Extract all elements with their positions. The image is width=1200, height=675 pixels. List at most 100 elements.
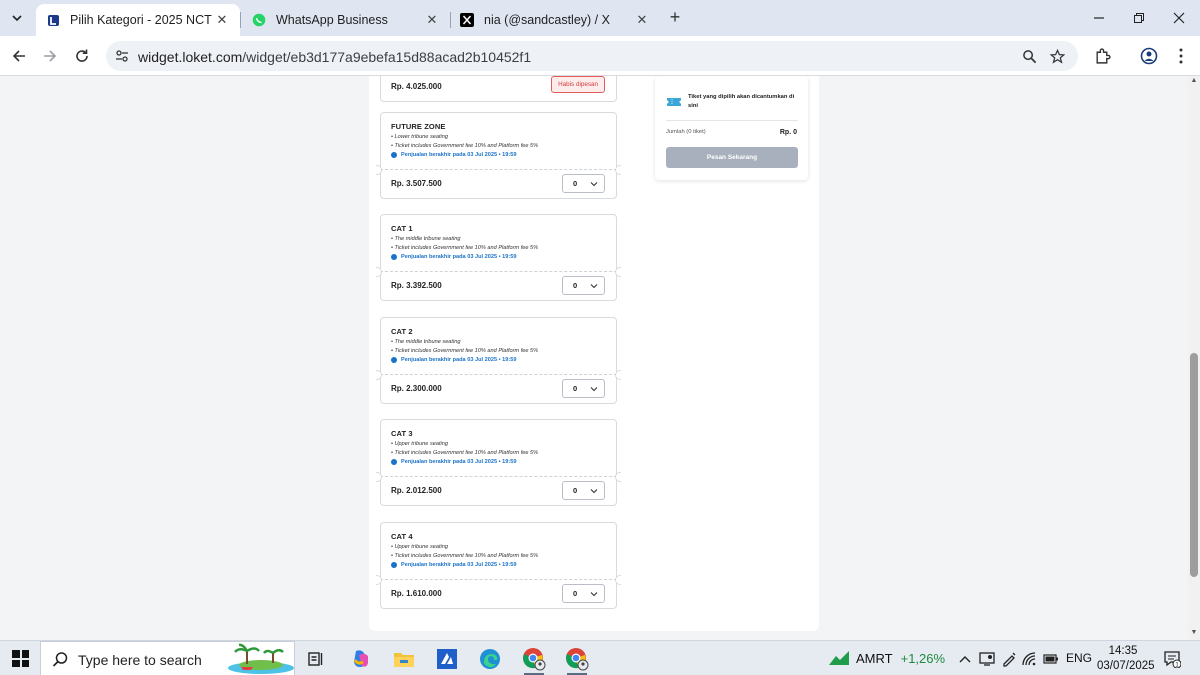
battery-icon[interactable] bbox=[1043, 651, 1059, 667]
file-explorer-icon[interactable] bbox=[390, 645, 418, 673]
clock-time: 14:35 bbox=[1108, 645, 1138, 657]
quantity-select[interactable]: 0 bbox=[562, 276, 605, 295]
site-info-icon[interactable] bbox=[114, 48, 130, 64]
reload-icon bbox=[76, 49, 88, 62]
windows-start-icon[interactable] bbox=[12, 650, 29, 667]
chevron-up-icon[interactable] bbox=[957, 651, 973, 667]
whatsapp-icon bbox=[252, 13, 266, 27]
tab-title: nia (@sandcastley) / X bbox=[484, 13, 610, 27]
page-content: Rp. 4.025.000 Habis dipesan FUTURE ZONE … bbox=[0, 76, 1188, 640]
url-domain: widget.loket.com bbox=[138, 49, 243, 65]
url-text: widget.loket.com/widget/eb3d177a9ebefa15… bbox=[138, 49, 531, 65]
close-tab-icon[interactable]: ✕ bbox=[424, 12, 440, 28]
taskbar-search[interactable]: Type here to search bbox=[40, 641, 295, 675]
edge-browser-icon[interactable] bbox=[476, 645, 504, 673]
address-bar[interactable]: widget.loket.com/widget/eb3d177a9ebefa15… bbox=[106, 41, 1078, 71]
arrow-left-icon bbox=[12, 50, 25, 62]
zoom-icon[interactable] bbox=[1020, 47, 1038, 65]
quantity-select[interactable]: 0 bbox=[562, 584, 605, 603]
loket-icon bbox=[46, 13, 60, 27]
stock-chart-icon bbox=[829, 651, 849, 665]
copilot-icon[interactable] bbox=[347, 645, 375, 673]
scrollbar-thumb[interactable] bbox=[1190, 353, 1198, 577]
forward-button[interactable] bbox=[38, 44, 62, 68]
ticket-price: Rp. 3.507.500 bbox=[391, 179, 442, 188]
scroll-up-icon[interactable]: ▲ bbox=[1190, 77, 1198, 85]
ticket-price: Rp. 4.025.000 bbox=[391, 82, 442, 91]
bookmark-star-icon[interactable] bbox=[1048, 47, 1066, 65]
description-line: • Upper tribune seating bbox=[391, 441, 448, 447]
category-description: • The middle tribune seating • Ticket in… bbox=[391, 235, 606, 253]
stock-change: +1,26% bbox=[900, 650, 946, 666]
ticket-price: Rp. 2.012.500 bbox=[391, 486, 442, 495]
profile-avatar-icon[interactable] bbox=[1138, 45, 1160, 67]
total-price: Rp. 0 bbox=[779, 129, 797, 136]
ticket-card-cat-1: CAT 1 • The middle tribune seating • Tic… bbox=[376, 214, 621, 301]
reload-button[interactable] bbox=[70, 44, 94, 68]
description-line: • Upper tribune seating bbox=[391, 544, 448, 550]
tab-x[interactable]: nia (@sandcastley) / X ✕ bbox=[450, 4, 660, 36]
close-tab-icon[interactable]: ✕ bbox=[214, 12, 230, 28]
sale-end-text: Penjualan berakhir pada 03 Jul 2025 • 19… bbox=[401, 562, 517, 568]
stock-widget[interactable]: AMRT +1,26% bbox=[828, 650, 945, 666]
back-button[interactable] bbox=[7, 44, 31, 68]
pen-icon[interactable] bbox=[1001, 651, 1017, 667]
description-line: • Ticket includes Government fee 10% and… bbox=[391, 348, 539, 354]
soldout-badge: Habis dipesan bbox=[551, 76, 605, 93]
tab-whatsapp[interactable]: WhatsApp Business ✕ bbox=[242, 4, 450, 36]
tab-search-button[interactable] bbox=[6, 7, 28, 29]
quantity-value: 0 bbox=[573, 589, 578, 598]
wifi-icon[interactable] bbox=[1022, 651, 1038, 667]
chevron-down-icon bbox=[590, 284, 598, 289]
restore-button[interactable] bbox=[1124, 6, 1154, 30]
tab-title: Pilih Kategori - 2025 NCT DREA bbox=[70, 13, 214, 27]
quantity-value: 0 bbox=[573, 384, 578, 393]
notification-center-icon[interactable]: 1 bbox=[1163, 650, 1182, 669]
sale-end-text: Penjualan berakhir pada 03 Jul 2025 • 19… bbox=[401, 152, 517, 158]
chrome-profile-2-icon[interactable] bbox=[563, 645, 591, 675]
ticket-price: Rp. 2.300.000 bbox=[391, 384, 442, 393]
quantity-select[interactable]: 0 bbox=[562, 174, 605, 193]
summary-divider bbox=[666, 120, 798, 121]
ticket-card-cat-4: CAT 4 • Upper tribune seating • Ticket i… bbox=[376, 522, 621, 609]
summary-info: Tiket yang dipilih akan dicantumkan di s… bbox=[688, 94, 795, 109]
ticket-price: Rp. 1.610.000 bbox=[391, 589, 442, 598]
chrome-profile-1-icon[interactable] bbox=[520, 645, 548, 675]
sale-end-notice: Penjualan berakhir pada 03 Jul 2025 • 19… bbox=[391, 152, 606, 158]
search-highlight-island-icon bbox=[228, 643, 294, 674]
new-tab-button[interactable]: + bbox=[665, 8, 685, 28]
extensions-puzzle-icon[interactable] bbox=[1091, 45, 1113, 67]
ticket-icon bbox=[667, 98, 681, 106]
microsoft-store-icon[interactable] bbox=[433, 645, 461, 673]
order-now-button[interactable]: Pesan Sekarang bbox=[666, 147, 798, 168]
info-dot-icon bbox=[391, 562, 397, 568]
tab-strip: Pilih Kategori - 2025 NCT DREA ✕ WhatsAp… bbox=[0, 0, 1200, 36]
arrow-right-icon bbox=[44, 50, 57, 62]
ticket-card-future-zone: FUTURE ZONE • Lower tribune seating • Ti… bbox=[376, 112, 621, 199]
page-scrollbar[interactable]: ▲ ▼ bbox=[1188, 76, 1200, 640]
quantity-select[interactable]: 0 bbox=[562, 481, 605, 500]
browser-toolbar: widget.loket.com/widget/eb3d177a9ebefa15… bbox=[0, 36, 1200, 76]
description-line: • Ticket includes Government fee 10% and… bbox=[391, 245, 539, 251]
browser-menu-icon[interactable] bbox=[1170, 45, 1192, 67]
category-name: CAT 3 bbox=[391, 429, 413, 438]
language-indicator[interactable]: ENG bbox=[1066, 651, 1092, 665]
scroll-down-icon[interactable]: ▼ bbox=[1190, 629, 1198, 637]
description-line: • Ticket includes Government fee 10% and… bbox=[391, 143, 539, 149]
tab-loket[interactable]: Pilih Kategori - 2025 NCT DREA ✕ bbox=[36, 4, 240, 36]
clock[interactable]: 14:35 03/07/2025 bbox=[1097, 644, 1155, 674]
task-view-icon[interactable] bbox=[302, 645, 330, 673]
minimize-button[interactable] bbox=[1084, 6, 1114, 30]
tab-title: WhatsApp Business bbox=[276, 13, 388, 27]
clock-date: 03/07/2025 bbox=[1097, 660, 1155, 672]
url-path: /widget/eb3d177a9ebefa15d88acad2b10452f1 bbox=[242, 49, 532, 65]
order-summary: Tiket yang dipilih akan dicantumkan di s… bbox=[655, 76, 808, 180]
ticket-price: Rp. 3.392.500 bbox=[391, 281, 442, 290]
device-status-icon[interactable] bbox=[979, 651, 995, 667]
sale-end-notice: Penjualan berakhir pada 03 Jul 2025 • 19… bbox=[391, 254, 606, 260]
quantity-select[interactable]: 0 bbox=[562, 379, 605, 398]
sale-end-text: Penjualan berakhir pada 03 Jul 2025 • 19… bbox=[401, 459, 517, 465]
close-tab-icon[interactable]: ✕ bbox=[634, 12, 650, 28]
close-window-button[interactable] bbox=[1164, 6, 1194, 30]
description-line: • Ticket includes Government fee 10% and… bbox=[391, 553, 539, 559]
